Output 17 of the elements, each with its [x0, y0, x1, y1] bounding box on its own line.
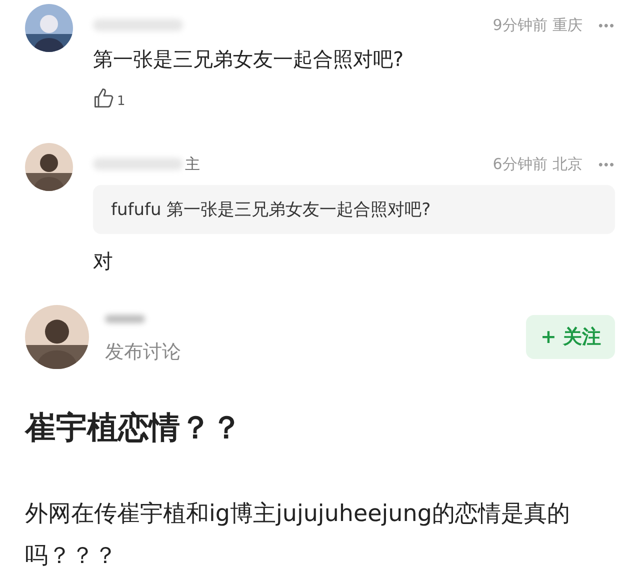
blurred-name	[105, 315, 145, 323]
post-body: 外网在传崔宇植和ig博主jujujuheejung的恋情是真的吗？？？	[25, 500, 571, 571]
location: 北京	[552, 154, 582, 174]
timestamp: 6分钟前	[492, 154, 548, 174]
comment-text: 对	[93, 248, 114, 275]
more-button[interactable]: •••	[598, 18, 615, 32]
like-count: 1	[117, 94, 126, 109]
thumbs-up-icon[interactable]	[93, 87, 115, 109]
post-type: 发布讨论	[105, 340, 182, 365]
comment-text: 第一张是三兄弟女友一起合照对吧?	[93, 46, 405, 73]
timestamp: 9分钟前	[492, 16, 548, 34]
location: 重庆	[552, 16, 582, 34]
quoted-comment: fufufu 第一张是三兄弟女友一起合照对吧?	[93, 185, 615, 234]
follow-button[interactable]: + 关注	[526, 315, 615, 359]
post-title: 崔宇植恋情？？	[25, 409, 243, 448]
user-tag: 主	[185, 154, 200, 174]
more-button[interactable]: •••	[598, 156, 615, 172]
